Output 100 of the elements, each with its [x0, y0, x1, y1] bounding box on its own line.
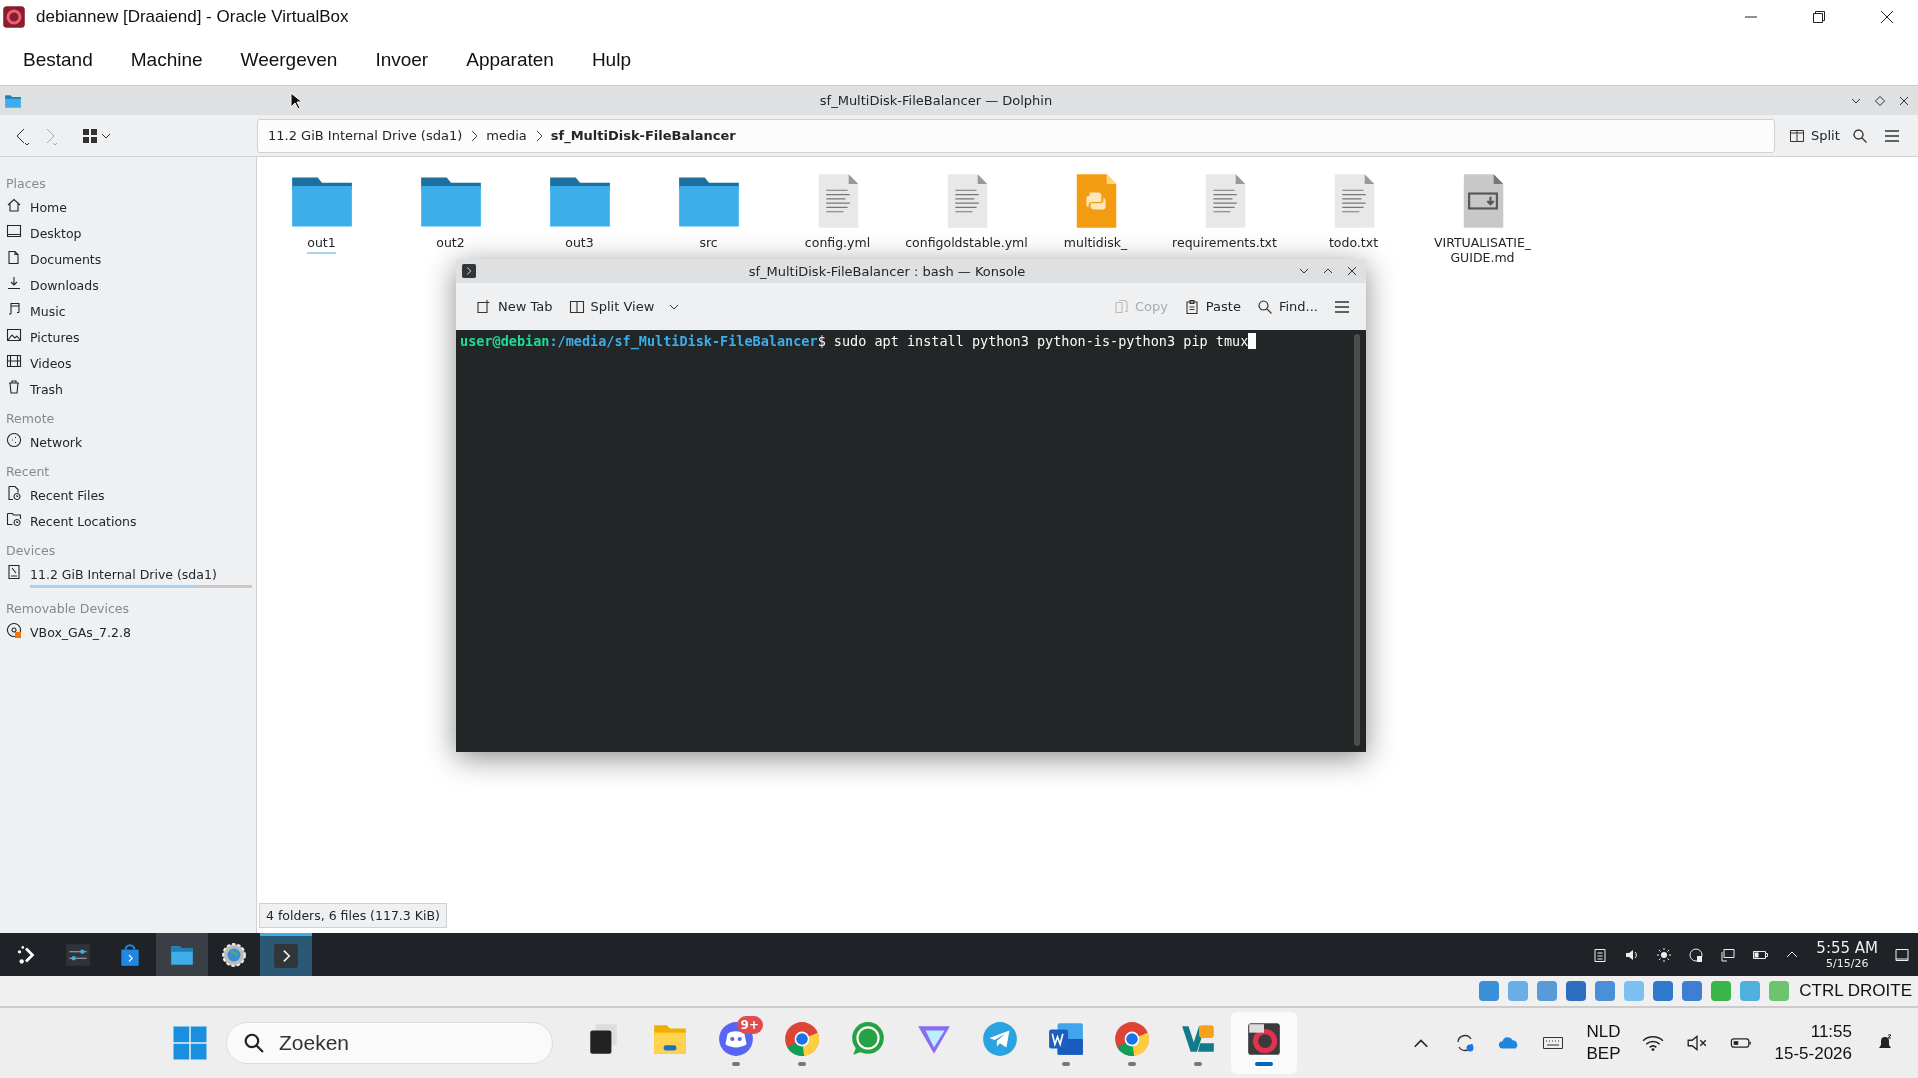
show-desktop-icon[interactable] [1894, 946, 1910, 963]
picture-icon [6, 327, 22, 343]
close-icon[interactable] [1880, 10, 1894, 24]
monitor-icon [6, 223, 22, 239]
download-icon [6, 275, 22, 291]
location-bar[interactable]: 11.2 GiB Internal Drive (sda1) media sf_MultiDisk-FileBalancer [257, 118, 1775, 153]
section-heading: Devices [5, 542, 57, 560]
language-indicator[interactable]: NLD BEP [1586, 1020, 1621, 1066]
toolbar-button[interactable]: New Tab [468, 294, 561, 319]
file-name[interactable]: out2 [436, 235, 465, 250]
restore-icon[interactable] [1812, 10, 1826, 24]
sidebar-item[interactable]: Music [30, 304, 66, 319]
mouse-pointer-icon [290, 92, 302, 110]
drive-icon [6, 564, 22, 580]
sidebar-item[interactable]: Trash [30, 382, 64, 397]
music-note-icon [6, 301, 22, 317]
clock[interactable]: 5:55 AM 5/15/26 [1816, 939, 1878, 970]
menu-item[interactable]: Invoer [356, 48, 448, 71]
house-icon [6, 197, 22, 213]
film-icon [6, 353, 22, 369]
menu-item[interactable]: Bestand [4, 48, 112, 71]
file-name[interactable]: out3 [565, 235, 594, 250]
sidebar-item[interactable]: Downloads [30, 278, 99, 293]
menu-item[interactable]: Weergeven [221, 48, 357, 71]
recent-file-icon [6, 485, 22, 501]
trash-icon [6, 379, 22, 395]
split-button[interactable]: Split [1785, 123, 1844, 148]
menu-icon[interactable] [1883, 127, 1900, 144]
gear-icon [221, 941, 247, 968]
search-input[interactable]: Zoeken [277, 1030, 521, 1056]
disc-icon [6, 622, 22, 638]
split-view-icon [1789, 127, 1805, 144]
file-name[interactable]: VIRTUALISATIE_ GUIDE.md [1432, 235, 1533, 265]
browser-icon [783, 1020, 821, 1058]
search-icon [243, 1032, 265, 1054]
menu-icon[interactable] [1334, 298, 1350, 315]
breadcrumb-item[interactable]: media [486, 128, 527, 143]
wifi-icon[interactable] [1642, 1033, 1665, 1053]
sidebar-item[interactable]: VBox_GAs_7.2.8 [30, 625, 131, 640]
scrollbar[interactable] [1354, 334, 1360, 746]
search-icon[interactable] [1851, 127, 1868, 144]
window-title: debiannew [Draaiend] - Oracle VirtualBox [36, 7, 350, 27]
windows-start-icon[interactable] [172, 1025, 208, 1061]
file-name[interactable]: out1 [307, 235, 336, 254]
sidebar-item[interactable]: Documents [30, 252, 102, 267]
file-name[interactable]: src [699, 235, 718, 250]
window-title: sf_MultiDisk-FileBalancer : bash — Konsole [747, 263, 1027, 279]
text-cursor [1248, 333, 1257, 349]
file-name[interactable]: multidisk_ [1063, 235, 1128, 250]
browser-icon [1113, 1020, 1151, 1058]
recent-folder-icon [6, 511, 22, 527]
chevron-right-icon [534, 129, 543, 142]
sidebar-item[interactable]: Network [30, 435, 83, 450]
terminal-icon [273, 943, 299, 969]
taskbar-button[interactable] [1231, 1012, 1297, 1074]
chevron-right-icon [470, 129, 479, 142]
split-view-icon [568, 298, 585, 315]
window-title: sf_MultiDisk-FileBalancer — Dolphin [819, 93, 1053, 108]
taskbar-button[interactable]: 9+ [703, 1012, 769, 1074]
prompt-path: :/media/sf_MultiDisk-FileBalancer [549, 333, 818, 349]
sidebar-item[interactable]: Home [30, 200, 67, 215]
file-name[interactable]: configoldstable.yml [905, 235, 1028, 250]
menu-item[interactable]: Machine [111, 48, 222, 71]
close-icon[interactable] [1898, 94, 1910, 107]
document-w-icon [1047, 1020, 1085, 1058]
toolbar-button[interactable]: Find... [1248, 294, 1326, 319]
brightness-icon[interactable] [1656, 946, 1673, 963]
paper-plane-icon [981, 1020, 1019, 1058]
toolbar-button[interactable]: Paste [1175, 294, 1249, 319]
breadcrumb-item[interactable]: sf_MultiDisk-FileBalancer [550, 128, 736, 143]
phone-bubble-icon [849, 1020, 887, 1058]
sidebar-item[interactable]: 11.2 GiB Internal Drive (sda1) [30, 567, 217, 582]
sidebar-item[interactable]: Pictures [30, 330, 80, 345]
muted-speaker-icon[interactable] [1686, 1033, 1709, 1053]
section-heading: Places [5, 175, 47, 193]
prompt-user: user@debian [460, 333, 550, 349]
sidebar-item[interactable]: Desktop [30, 226, 82, 241]
display-icon[interactable] [1720, 946, 1737, 963]
toolbar-button[interactable]: Split View [560, 294, 689, 319]
documents-icon [6, 249, 22, 265]
status-label: 4 folders, 6 files (117.3 KiB) [259, 903, 447, 928]
sidebar-item[interactable]: Videos [30, 356, 72, 371]
new-tab-icon [476, 298, 492, 315]
breadcrumb-item[interactable]: 11.2 GiB Internal Drive (sda1) [268, 128, 463, 143]
file-name[interactable]: requirements.txt [1172, 235, 1277, 250]
notification-badge: 9+ [736, 1016, 763, 1034]
sliders-icon [65, 941, 91, 968]
sidebar-item[interactable]: Recent Files [30, 488, 105, 503]
file-name[interactable]: todo.txt [1328, 235, 1379, 250]
section-heading: Recent [5, 463, 51, 481]
close-icon[interactable] [1346, 265, 1358, 277]
search-field[interactable]: Zoeken [226, 1022, 553, 1064]
menu-item[interactable]: Apparaten [447, 48, 573, 71]
sidebar-item[interactable]: Recent Locations [30, 514, 137, 529]
section-heading: Removable Devices [5, 600, 131, 618]
file-name[interactable]: config.yml [804, 235, 871, 250]
section-heading: Remote [5, 410, 56, 428]
menu-item[interactable]: Hulp [572, 48, 650, 71]
clipboard-icon[interactable] [1592, 946, 1609, 963]
clock[interactable]: 11:55 15-5-2026 [1774, 1020, 1852, 1066]
